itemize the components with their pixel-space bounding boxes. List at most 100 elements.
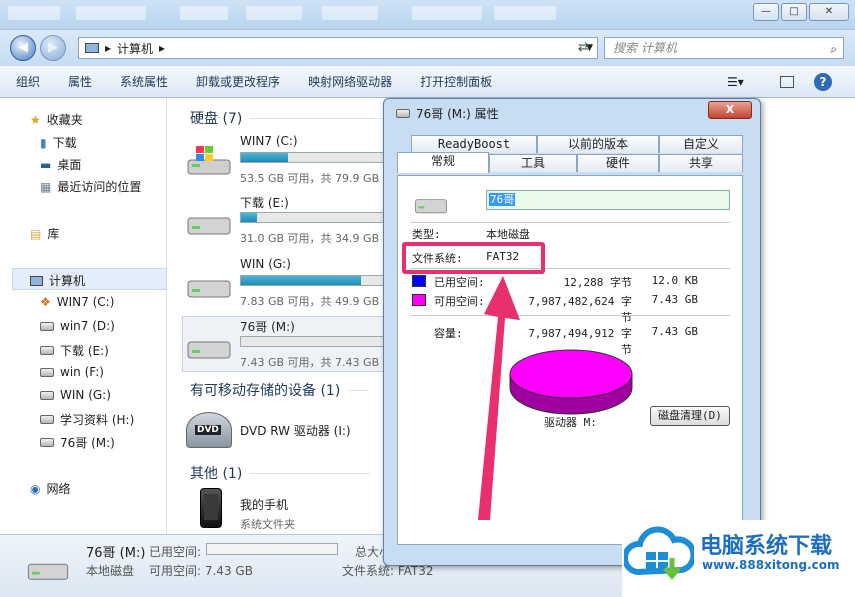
phone-name: 我的手机 [240,498,289,512]
tab-hardware[interactable]: 硬件 [577,154,659,172]
sidebar-network[interactable]: ◉ 网络 [30,480,71,497]
maximize-button[interactable]: □ [781,3,807,21]
drive-info: 7.43 GB 可用，共 7.43 GB [240,356,380,369]
sidebar-drive-g[interactable]: WIN (G:) [40,388,111,402]
drive-info: 53.5 GB 可用，共 79.9 GB [240,172,380,185]
sidebar-label: 下载 [52,136,77,150]
refresh-icon[interactable]: ⇄ [578,40,589,55]
free-bytes: 7,987,482,624 字节 [528,295,632,324]
sidebar-label: 计算机 [49,274,86,288]
back-button[interactable]: ◀ [10,35,36,61]
status-usage-bar [206,543,338,555]
star-icon: ★ [30,112,41,127]
sidebar-drive-e[interactable]: 下载 (E:) [40,342,109,359]
sidebar-item-downloads[interactable]: ▮ 下载 [40,134,77,151]
dvd-icon: DVD [186,412,232,448]
drive-name: WIN (G:) [240,257,291,271]
blurred-tab [8,6,60,20]
map-network-drive-button[interactable]: 映射网络驱动器 [308,73,392,90]
drive-item-selected[interactable]: 76哥 (M:) 7.43 GB 可用，共 7.43 GB [182,318,387,374]
sidebar-library[interactable]: ▤ 库 [30,225,59,242]
search-placeholder: 搜索 计算机 [613,41,677,55]
window-titlebar: — □ ✕ [0,0,855,30]
uninstall-button[interactable]: 卸载或更改程序 [196,73,280,90]
tab-general[interactable]: 常规 [397,152,489,173]
properties-dialog: 76哥 (M:) 属性 X ReadyBoost 以前的版本 自定义 常规 工具… [383,98,761,566]
group-header-hdd[interactable]: 硬盘 (7) [190,108,411,128]
open-control-panel-button[interactable]: 打开控制面板 [420,73,492,90]
used-label: 已用空间: [434,276,485,289]
type-value: 本地磁盘 [486,228,530,241]
hard-drive-icon [396,109,410,118]
search-input[interactable]: 搜索 计算机 ⌕ [604,37,844,59]
hard-drive-icon [415,199,447,214]
phone-icon [200,488,222,528]
used-color-swatch [412,275,426,287]
blurred-tab [322,6,378,20]
sidebar-favorites[interactable]: ★ 收藏夹 [30,111,83,128]
sidebar-label: win (F:) [60,365,104,379]
hard-drive-icon [27,563,69,580]
dialog-close-button[interactable]: X [708,101,752,119]
volume-name-value: 76哥 [489,193,516,206]
dvd-drive-item[interactable]: DVD DVD RW 驱动器 (I:) [182,404,387,460]
drive-letter-label: 驱动器 M: [544,416,597,429]
hard-drive-icon [40,415,54,424]
dvd-badge: DVD [195,425,221,435]
hard-drive-icon [40,346,54,355]
drive-item[interactable]: WIN7 (C:) 53.5 GB 可用，共 79.9 GB [182,134,387,190]
hard-drive-icon [40,321,54,331]
sidebar-drive-f[interactable]: win (F:) [40,365,104,379]
dialog-title-text: 76哥 (M:) 属性 [416,107,499,121]
drive-item[interactable]: WIN (G:) 7.83 GB 可用，共 49.9 GB [182,257,387,313]
volume-name-input[interactable]: 76哥 [486,190,730,210]
drive-name: WIN7 (C:) [240,134,298,148]
phone-type: 系统文件夹 [240,518,295,531]
breadcrumb-separator-icon: ▸ [105,41,112,55]
tab-sharing[interactable]: 共享 [659,154,743,172]
hard-drive-icon [187,280,231,298]
system-properties-button[interactable]: 系统属性 [120,73,168,90]
drive-usage-bar [240,275,385,286]
drive-usage-bar [240,212,385,223]
address-bar-area: ◀ ▶ ▸ 计算机 ▸ ▼ ⇄ 搜索 计算机 ⌕ [0,30,855,66]
sidebar-drive-m[interactable]: 76哥 (M:) [40,434,115,451]
search-icon[interactable]: ⌕ [830,39,837,59]
group-header-removable[interactable]: 有可移动存储的设备 (1) [190,380,369,400]
preview-pane-icon[interactable] [780,75,794,88]
group-header-other[interactable]: 其他 (1) [190,463,371,483]
disk-cleanup-button[interactable]: 磁盘清理(D) [650,406,730,426]
organize-button[interactable]: 组织 [16,73,40,90]
sidebar-computer[interactable]: 计算机 [30,272,85,289]
sidebar-label: 学习资料 (H:) [60,413,135,427]
drive-usage-bar [240,152,385,163]
drive-item[interactable]: 下载 (E:) 31.0 GB 可用，共 34.9 GB [182,194,387,250]
close-button[interactable]: ✕ [809,3,849,21]
forward-button[interactable]: ▶ [40,35,66,61]
blurred-tab [412,6,482,20]
hard-drive-icon [187,341,231,359]
sidebar-item-desktop[interactable]: ▬ 桌面 [40,156,81,173]
status-drive-name: 76哥 (M:) [86,546,146,561]
watermark-url: www.888xitong.com [702,558,840,572]
sidebar-drive-d[interactable]: win7 (D:) [40,319,115,333]
properties-button[interactable]: 属性 [68,73,92,90]
drive-name: 76哥 (M:) [240,320,295,334]
tab-readyboost[interactable]: ReadyBoost [411,135,537,153]
status-free-label: 可用空间: 7.43 GB [149,564,253,578]
help-icon[interactable]: ? [814,72,832,91]
sidebar-drive-h[interactable]: 学习资料 (H:) [40,411,134,428]
tab-customize[interactable]: 自定义 [659,135,743,153]
library-icon: ▤ [30,226,42,241]
tab-tools[interactable]: 工具 [489,154,577,172]
view-options-icon[interactable]: ☰▾ [727,75,744,89]
breadcrumb-separator-icon: ▸ [159,41,166,55]
sidebar-drive-c[interactable]: ❖ WIN7 (C:) [40,295,114,309]
address-box[interactable]: ▸ 计算机 ▸ ▼ [78,37,598,59]
sidebar-item-recent[interactable]: ▦ 最近访问的位置 [40,178,141,195]
free-size: 7.43 GB [651,293,698,306]
minimize-button[interactable]: — [753,3,779,21]
command-bar: 组织 属性 系统属性 卸载或更改程序 映射网络驱动器 打开控制面板 ☰▾ ? [0,66,855,98]
tab-previous-versions[interactable]: 以前的版本 [537,135,659,153]
breadcrumb-computer[interactable]: 计算机 [117,40,153,57]
